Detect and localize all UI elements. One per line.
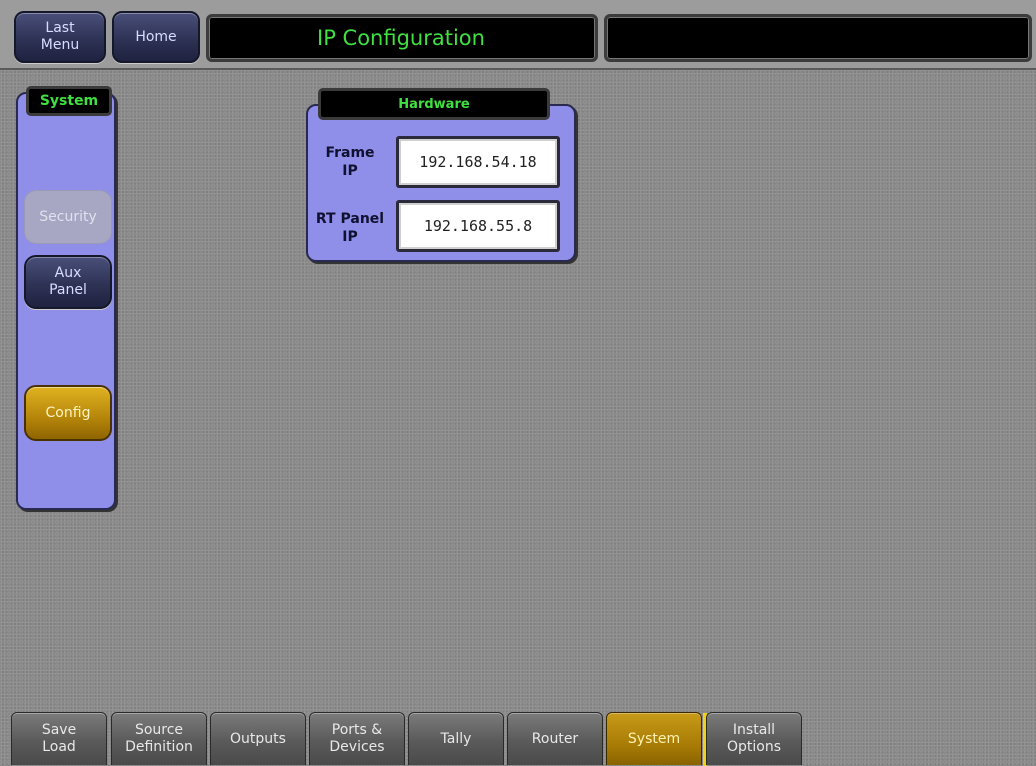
last-menu-button[interactable]: Last Menu bbox=[14, 11, 106, 63]
config-button[interactable]: Config bbox=[24, 385, 112, 441]
frame-ip-field[interactable]: 192.168.54.18 bbox=[396, 136, 560, 188]
aux-panel-button[interactable]: Aux Panel bbox=[24, 255, 112, 309]
page-title: IP Configuration bbox=[317, 26, 485, 50]
hardware-group-label: Hardware bbox=[318, 88, 550, 120]
tab-source-definition[interactable]: Source Definition bbox=[111, 712, 207, 765]
tab-outputs[interactable]: Outputs bbox=[210, 712, 306, 765]
security-button[interactable]: Security bbox=[24, 190, 112, 244]
tab-install-options[interactable]: Install Options bbox=[706, 712, 802, 765]
home-button[interactable]: Home bbox=[112, 11, 200, 63]
rt-panel-ip-field[interactable]: 192.168.55.8 bbox=[396, 200, 560, 252]
frame-ip-label: Frame IP bbox=[325, 145, 375, 179]
tab-router[interactable]: Router bbox=[507, 712, 603, 765]
tab-tally[interactable]: Tally bbox=[408, 712, 504, 765]
hardware-panel: Frame IP 192.168.54.18 RT Panel IP 192.1… bbox=[306, 104, 576, 262]
top-bar: Last Menu Home IP Configuration bbox=[0, 0, 1036, 70]
title-bar: IP Configuration bbox=[206, 14, 598, 62]
tab-system[interactable]: System bbox=[606, 712, 707, 766]
rt-panel-ip-label: RT Panel IP bbox=[315, 211, 385, 245]
secondary-title-bar bbox=[604, 14, 1032, 62]
tab-save-load[interactable]: Save Load bbox=[11, 712, 107, 765]
tab-ports-devices[interactable]: Ports & Devices bbox=[309, 712, 405, 765]
system-group-label: System bbox=[26, 86, 112, 116]
